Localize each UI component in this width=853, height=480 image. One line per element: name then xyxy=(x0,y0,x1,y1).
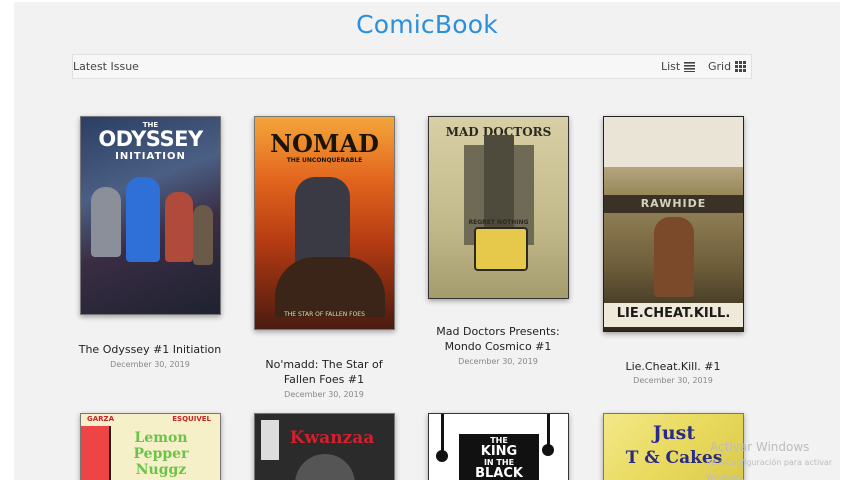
cover-dot xyxy=(542,444,554,456)
comic-date: December 30, 2019 xyxy=(110,360,190,369)
toolbar: Latest Issue List Grid xyxy=(72,54,752,79)
cover-text: THE STAR OF FALLEN FOES xyxy=(284,311,365,318)
comic-cover-odyssey[interactable]: THE ODYSSEY INITIATION xyxy=(80,116,221,315)
grid-icon xyxy=(735,61,747,72)
comic-cover-kwanzaa[interactable]: Kwanzaa xyxy=(254,413,395,480)
cover-text: LIE.CHEAT.KILL. xyxy=(616,306,731,321)
cover-text: Lemon xyxy=(134,430,188,446)
os-activation-title: Activar Windows xyxy=(710,440,810,454)
cover-figure xyxy=(295,454,355,480)
comic-cover-lemon-pepper[interactable]: GARZA ESQUIVEL Lemon Pepper Nuggz xyxy=(80,413,221,480)
cover-figure xyxy=(654,217,694,297)
cover-text: KING xyxy=(480,444,518,459)
comic-title[interactable]: Mad Doctors Presents: Mondo Cosmico #1 xyxy=(422,324,574,354)
cover-rock xyxy=(275,257,385,317)
comic-title[interactable]: The Odyssey #1 Initiation xyxy=(74,342,226,357)
comic-cover-mad-doctors[interactable]: MAD DOCTORS REGRET NOTHING xyxy=(428,116,569,299)
page-container: ComicBook Latest Issue List Grid THE ODY… xyxy=(14,2,840,480)
cover-text: Just xyxy=(652,422,696,444)
cover-panel xyxy=(81,426,111,480)
cover-text: ESQUIVEL xyxy=(172,415,211,423)
list-view-button[interactable]: List xyxy=(661,60,696,73)
cover-text: Pepper xyxy=(133,446,189,462)
list-icon xyxy=(684,62,696,72)
cover-text: INITIATION xyxy=(115,151,186,162)
cover-text: BLACK xyxy=(475,466,523,480)
cover-text: ODYSSEY xyxy=(98,127,203,151)
cover-line xyxy=(441,414,444,454)
comic-cover-nomad[interactable]: NOMAD THE UNCONQUERABLE THE STAR OF FALL… xyxy=(254,116,395,330)
os-activation-subtitle: Ve a Configuración para activar Windows. xyxy=(706,458,833,480)
comic-date: December 30, 2019 xyxy=(633,376,713,385)
latest-issue-label: Latest Issue xyxy=(73,60,139,73)
grid-view-button[interactable]: Grid xyxy=(708,60,747,73)
list-view-label: List xyxy=(661,60,681,73)
cover-text: REGRET NOTHING xyxy=(468,219,529,226)
cover-text: RAWHIDE xyxy=(640,197,707,210)
cover-text: NOMAD xyxy=(270,129,379,158)
cover-robot xyxy=(474,227,528,271)
comic-cover-lie-cheat-kill[interactable]: RAWHIDE LIE.CHEAT.KILL. xyxy=(603,116,744,332)
cover-text: THE UNCONQUERABLE xyxy=(286,157,363,164)
grid-view-label: Grid xyxy=(708,60,732,73)
cover-text: Nuggz xyxy=(135,462,187,478)
comic-title[interactable]: No'madd: The Star of Fallen Foes #1 xyxy=(248,357,400,387)
cover-figure xyxy=(165,192,193,262)
cover-figure xyxy=(193,205,213,265)
cover-figure xyxy=(126,177,160,262)
cover-figure xyxy=(295,177,350,267)
cover-dot xyxy=(436,450,448,462)
cover-text: GARZA xyxy=(87,415,115,423)
comic-title[interactable]: Lie.Cheat.Kill. #1 xyxy=(597,359,749,374)
cover-text: Kwanzaa xyxy=(289,428,375,448)
os-activation-notice: Activar Windows Ve a Configuración para … xyxy=(706,440,840,480)
comic-cover-king-in-black[interactable]: THE KING IN THE BLACK xyxy=(428,413,569,480)
comic-date: December 30, 2019 xyxy=(458,357,538,366)
site-brand[interactable]: ComicBook xyxy=(14,10,840,39)
cover-line xyxy=(547,414,550,448)
comic-date: December 30, 2019 xyxy=(284,390,364,399)
cover-header xyxy=(604,117,743,167)
cover-figure xyxy=(91,187,121,257)
